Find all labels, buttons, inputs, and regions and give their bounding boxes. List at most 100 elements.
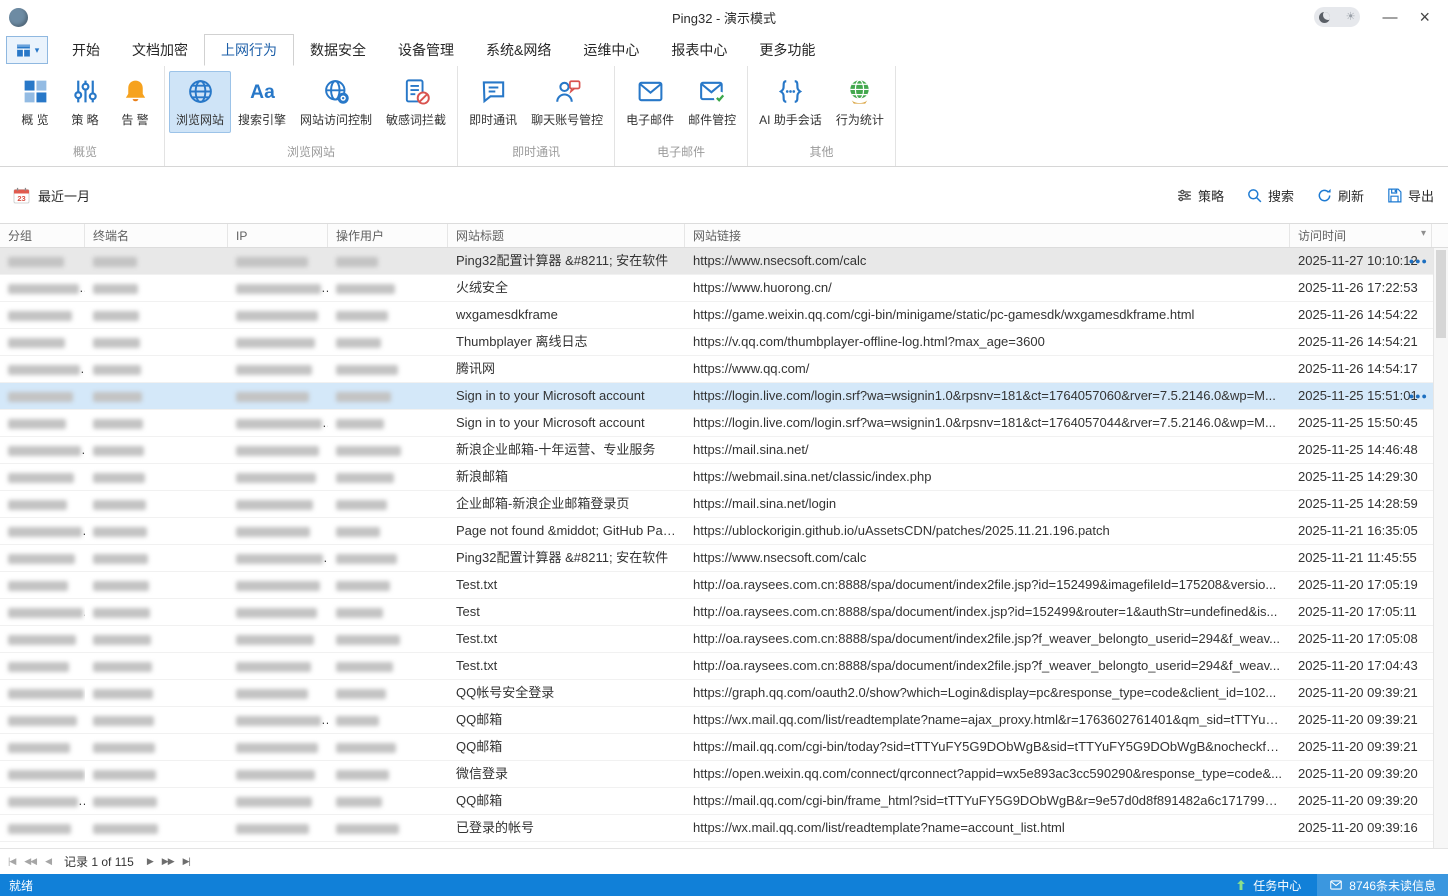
ribbon-group: 浏览网站Aa搜索引擎网站访问控制敏感词拦截浏览网站	[165, 66, 458, 166]
table-row[interactable]: Sign in to your Microsoft accounthttps:/…	[0, 383, 1433, 410]
table-row[interactable]: 新浪邮箱https://webmail.sina.net/classic/ind…	[0, 464, 1433, 491]
table-row[interactable]: Test.txthttp://oa.raysees.com.cn:8888/sp…	[0, 626, 1433, 653]
ribbon-tab-6[interactable]: 系统&网络	[470, 34, 567, 66]
pager-next-button[interactable]: ▶	[147, 856, 153, 867]
cell-url: http://oa.raysees.com.cn:8888/spa/docume…	[685, 653, 1290, 679]
ribbon-button-email[interactable]: 电子邮件	[619, 71, 681, 133]
ribbon-button-behavior-stats[interactable]: 行为统计	[829, 71, 891, 133]
ribbon-button-policy-sliders[interactable]: 策 略	[60, 71, 110, 133]
ribbon-tab-7[interactable]: 运维中心	[567, 34, 655, 66]
cell-time: 2025-11-20 17:05:08	[1290, 626, 1432, 652]
ribbon-button-label: 搜索引擎	[238, 111, 286, 128]
cell-redacted	[85, 707, 228, 733]
ribbon-tab-3[interactable]: 上网行为	[204, 34, 294, 66]
theme-toggle[interactable]: ☀	[1314, 7, 1360, 27]
redacted-text	[236, 338, 315, 348]
column-header[interactable]: 操作用户	[328, 224, 448, 247]
chat-account-icon	[553, 77, 582, 106]
table-row[interactable]: Ping32配置计算器 &#8211; 安在软件https://www.nsec…	[0, 248, 1433, 275]
table-row[interactable]: 腾讯网https://www.qq.com/2025-11-26 14:54:1…	[0, 356, 1433, 383]
column-header[interactable]: IP	[228, 224, 328, 247]
cell-time: 2025-11-25 14:46:48	[1290, 437, 1432, 463]
cell-url: https://mail.qq.com/cgi-bin/frame_html?s…	[685, 788, 1290, 814]
pager-first-button[interactable]: |◀	[8, 856, 15, 867]
redacted-text	[336, 284, 395, 294]
column-header-label: 操作用户	[336, 227, 384, 244]
column-header[interactable]: 网站链接	[685, 224, 1290, 247]
ribbon-button-ai-assistant[interactable]: AI 助手会话	[752, 71, 829, 133]
redacted-text	[336, 311, 388, 321]
toolbar-action-label: 搜索	[1268, 186, 1294, 205]
ribbon-button-site-access[interactable]: 网站访问控制	[293, 71, 379, 133]
pager-prev-button[interactable]: ◀	[45, 856, 51, 867]
table-row[interactable]: QQ邮箱https://mail.qq.com/cgi-bin/frame_ht…	[0, 788, 1433, 815]
table-row[interactable]: QQ帐号安全登录https://graph.qq.com/oauth2.0/sh…	[0, 680, 1433, 707]
table-row[interactable]: 已登录的帐号https://wx.mail.qq.com/list/readte…	[0, 815, 1433, 842]
ribbon-button-overview-grid[interactable]: 概 览	[10, 71, 60, 133]
redacted-text	[336, 365, 398, 375]
redacted-text	[93, 662, 152, 672]
toolbar-action-policy[interactable]: 策略	[1176, 186, 1224, 205]
ribbon-tab-4[interactable]: 数据安全	[294, 34, 382, 66]
toolbar-action-export[interactable]: 导出	[1386, 186, 1434, 205]
ribbon-button-alert-bell[interactable]: 告 警	[110, 71, 160, 133]
ribbon-button-globe[interactable]: 浏览网站	[169, 71, 231, 133]
table-row[interactable]: 火绒安全https://www.huorong.cn/2025-11-26 17…	[0, 275, 1433, 302]
unread-messages-button[interactable]: 8746条未读信息	[1317, 874, 1448, 896]
table-row[interactable]: 企业邮箱-新浪企业邮箱登录页https://mail.sina.net/logi…	[0, 491, 1433, 518]
table-row[interactable]: 微信登录https://open.weixin.qq.com/connect/q…	[0, 761, 1433, 788]
ribbon-tab-5[interactable]: 设备管理	[382, 34, 470, 66]
redacted-text	[336, 797, 382, 807]
column-header[interactable]: 网站标题	[448, 224, 685, 247]
row-more-button[interactable]: ●●●	[1409, 383, 1428, 410]
ribbon-button-email-control[interactable]: 邮件管控	[681, 71, 743, 133]
table-row[interactable]: wxgamesdkframehttps://game.weixin.qq.com…	[0, 302, 1433, 329]
cell-redacted	[85, 302, 228, 328]
ribbon-tab-9[interactable]: 更多功能	[743, 34, 831, 66]
table-row[interactable]: Sign in to your Microsoft accounthttps:/…	[0, 410, 1433, 437]
ribbon-button-search-engine[interactable]: Aa搜索引擎	[231, 71, 293, 133]
ribbon-button-im-chat[interactable]: 即时通讯	[462, 71, 524, 133]
vertical-scrollbar[interactable]	[1433, 248, 1448, 848]
table-row[interactable]: Ping32配置计算器 &#8211; 安在软件https://www.nsec…	[0, 545, 1433, 572]
column-header[interactable]: 分组	[0, 224, 85, 247]
app-menu-button[interactable]: ▾	[6, 36, 48, 64]
column-header[interactable]: 访问时间▾	[1290, 224, 1432, 247]
table-row[interactable]: Test.txthttp://oa.raysees.com.cn:8888/sp…	[0, 653, 1433, 680]
minimize-button[interactable]: —	[1382, 10, 1397, 25]
cell-url: https://login.live.com/login.srf?wa=wsig…	[685, 410, 1290, 436]
row-more-button[interactable]: ●●●	[1409, 248, 1428, 275]
table-row[interactable]: Testhttp://oa.raysees.com.cn:8888/spa/do…	[0, 599, 1433, 626]
cell-time: 2025-11-26 14:54:22	[1290, 302, 1432, 328]
table-row[interactable]: Thumbplayer 离线日志https://v.qq.com/thumbpl…	[0, 329, 1433, 356]
ribbon-tab-1[interactable]: 开始	[56, 34, 116, 66]
redacted-text	[236, 689, 308, 699]
close-button[interactable]: ×	[1419, 8, 1430, 26]
pager-last-button[interactable]: ▶|	[183, 856, 190, 867]
cell-redacted	[328, 572, 448, 598]
column-header[interactable]: 终端名	[85, 224, 228, 247]
toolbar-action-refresh[interactable]: 刷新	[1316, 186, 1364, 205]
cell-redacted	[228, 329, 328, 355]
table-row[interactable]: 新浪企业邮箱-十年运营、专业服务https://mail.sina.net/20…	[0, 437, 1433, 464]
table-row[interactable]: Page not found &middot; GitHub Pag...htt…	[0, 518, 1433, 545]
scrollbar-thumb[interactable]	[1436, 250, 1446, 338]
ribbon-tab-8[interactable]: 报表中心	[655, 34, 743, 66]
redacted-text	[236, 311, 318, 321]
table-row[interactable]: QQ邮箱https://mail.qq.com/cgi-bin/today?si…	[0, 734, 1433, 761]
ribbon-tab-strip-wrap: ▾ 开始文档加密上网行为数据安全设备管理系统&网络运维中心报表中心更多功能	[0, 34, 1448, 66]
ribbon-button-sensitive-word[interactable]: 敏感词拦截	[379, 71, 453, 133]
redacted-text	[93, 824, 158, 834]
pager-prev-page-button[interactable]: ◀◀	[24, 856, 36, 867]
toolbar-action-search[interactable]: 搜索	[1246, 186, 1294, 205]
task-center-button[interactable]: 任务中心	[1218, 874, 1317, 896]
table-row[interactable]: QQ邮箱https://wx.mail.qq.com/list/readtemp…	[0, 707, 1433, 734]
ribbon-tab-2[interactable]: 文档加密	[116, 34, 204, 66]
date-range-filter[interactable]: 23 最近一月	[12, 186, 90, 205]
table-row[interactable]: Test.txthttp://oa.raysees.com.cn:8888/sp…	[0, 572, 1433, 599]
column-filter-button[interactable]: ▾	[1421, 228, 1426, 239]
cell-url: https://game.weixin.qq.com/cgi-bin/minig…	[685, 302, 1290, 328]
pager-next-page-button[interactable]: ▶▶	[162, 856, 174, 867]
redacted-text	[8, 797, 78, 807]
ribbon-button-chat-account[interactable]: 聊天账号管控	[524, 71, 610, 133]
